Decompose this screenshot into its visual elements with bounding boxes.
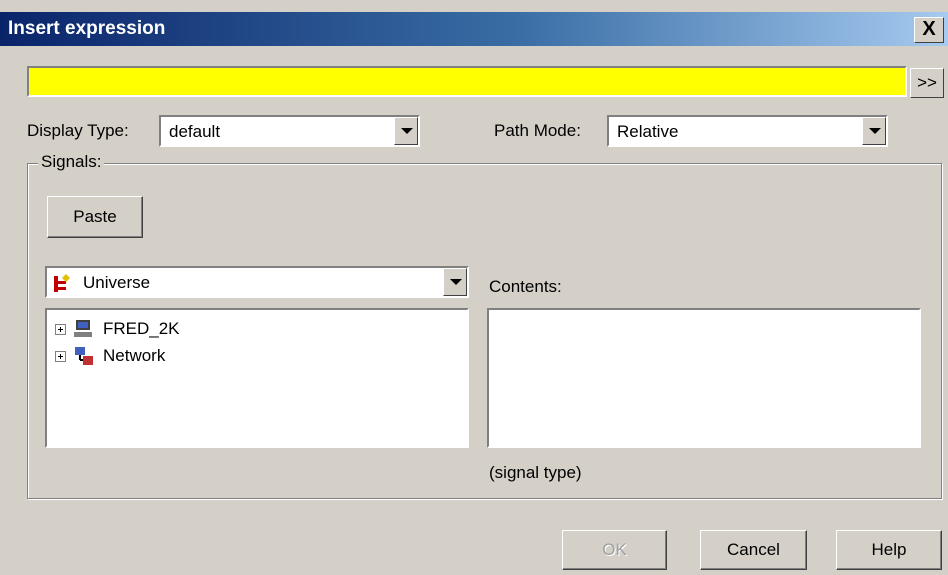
close-icon: X <box>922 18 936 40</box>
contents-list[interactable] <box>487 308 921 448</box>
display-type-label: Display Type: <box>27 121 129 140</box>
signal-source-value: Universe <box>83 273 151 292</box>
signal-type-text: (signal type) <box>489 463 582 482</box>
tree-item-label: FRED_2K <box>103 319 180 338</box>
display-type-select[interactable]: default <box>159 115 420 147</box>
signal-tree[interactable]: FRED_2K Network <box>45 308 469 448</box>
contents-label: Contents: <box>489 277 562 296</box>
path-mode-label: Path Mode: <box>494 121 581 140</box>
title-bar: Insert expression X <box>0 12 948 46</box>
expand-icon[interactable] <box>55 324 66 335</box>
expression-input[interactable] <box>27 66 907 97</box>
chevron-down-icon[interactable] <box>443 268 467 296</box>
expand-icon[interactable] <box>55 351 66 362</box>
signals-group-label: Signals: <box>38 152 105 172</box>
chevron-down-icon[interactable] <box>862 117 886 145</box>
cancel-button[interactable]: Cancel <box>700 530 807 570</box>
paste-button[interactable]: Paste <box>47 196 143 238</box>
tree-item-label: Network <box>103 346 166 365</box>
path-mode-select[interactable]: Relative <box>607 115 888 147</box>
signal-source-select[interactable]: Universe <box>45 266 469 298</box>
chevron-down-icon[interactable] <box>394 117 418 145</box>
help-button[interactable]: Help <box>836 530 942 570</box>
display-type-value: default <box>169 122 221 141</box>
expand-button[interactable]: >> <box>910 68 944 98</box>
ok-button[interactable]: OK <box>562 530 667 570</box>
network-icon <box>75 347 93 365</box>
window-title: Insert expression <box>8 18 166 39</box>
path-mode-value: Relative <box>617 122 679 141</box>
universe-icon <box>54 274 70 292</box>
close-button[interactable]: X <box>914 17 944 43</box>
computer-icon <box>74 320 92 337</box>
